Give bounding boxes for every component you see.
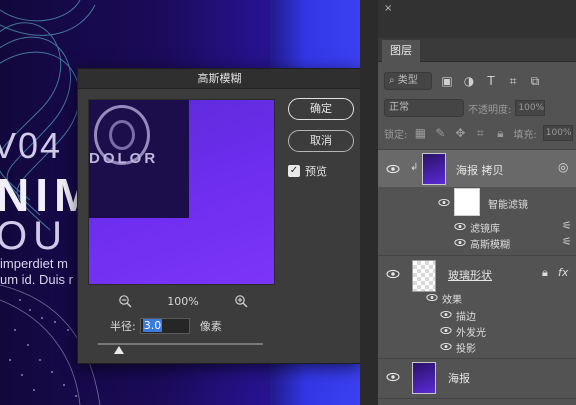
panel-header: × <box>378 0 576 38</box>
poster-number: V04 <box>0 125 63 166</box>
smart-filter-badge-icon: ◎ <box>558 160 569 174</box>
layer-thumbnail <box>412 260 436 292</box>
filter-gallery-row[interactable]: 滤镜库 ⚟ <box>378 219 576 235</box>
type-filter-icon[interactable]: T <box>484 74 498 88</box>
shape-filter-icon[interactable]: ⌗ <box>506 74 520 88</box>
effect-outer-glow-row[interactable]: 外发光 <box>378 322 576 339</box>
lock-label: 锁定: <box>384 129 408 141</box>
effect-drop-shadow-label: 投影 <box>456 344 476 355</box>
adjustment-filter-icon[interactable]: ◑ <box>462 74 476 88</box>
lock-all-icon[interactable]: 🔒︎ <box>493 126 507 140</box>
radius-row: 半径: 3.0 像素 <box>110 318 222 334</box>
preview-label: 预览 <box>305 165 327 178</box>
eye-icon[interactable] <box>440 326 452 335</box>
zoom-in-icon[interactable] <box>234 294 248 308</box>
poster-body-line-1: imperdiet m <box>0 256 68 271</box>
layers-panel: × 图层 ⌕ 类型 ▣ ◑ T ⌗ ⧉ 正常 不透明度: 100% 锁定: ▦ … <box>378 0 576 405</box>
radius-input[interactable]: 3.0 <box>139 318 190 334</box>
eye-icon[interactable] <box>440 342 452 351</box>
preview-ring-inner <box>109 120 135 150</box>
effect-stroke-label: 描边 <box>456 312 476 323</box>
preview-toggle[interactable]: ✓ 预览 <box>288 163 327 179</box>
panel-gutter <box>360 0 378 405</box>
layer-row-partial[interactable] <box>378 398 576 405</box>
close-icon[interactable]: × <box>384 3 392 14</box>
cancel-button[interactable]: 取消 <box>288 130 354 152</box>
zoom-controls: 100% <box>118 293 248 309</box>
layer-thumbnail <box>412 362 436 394</box>
fill-label: 填充: <box>513 129 537 141</box>
lock-move-icon[interactable]: ✥ <box>453 126 467 140</box>
eye-icon[interactable] <box>426 293 438 302</box>
pixel-filter-icon[interactable]: ▣ <box>440 74 454 88</box>
filter-options-icon[interactable]: ⚟ <box>562 235 572 248</box>
blend-row: 正常 不透明度: 100% <box>378 97 576 119</box>
filter-kind-select[interactable]: ⌕ 类型 <box>384 72 432 90</box>
gaussian-blur-row[interactable]: 高斯模糊 ⚟ <box>378 235 576 251</box>
layer-row-glass-shape[interactable]: 玻璃形状 🔒︎ fx <box>378 255 576 293</box>
layer-name[interactable]: 海报 拷贝 <box>456 162 504 178</box>
filter-gallery-label: 滤镜库 <box>470 224 500 235</box>
eye-icon[interactable] <box>386 269 400 279</box>
smart-filter-label: 智能滤镜 <box>488 200 528 211</box>
layer-row-poster-copy[interactable]: ↲ 海报 拷贝 ◎ <box>378 149 576 187</box>
filter-options-icon[interactable]: ⚟ <box>562 219 572 232</box>
radius-label: 半径: <box>110 320 136 333</box>
layer-row-poster[interactable]: 海报 <box>378 358 576 396</box>
opacity-input[interactable]: 100% <box>515 100 546 116</box>
smart-filter-mask[interactable] <box>454 188 480 216</box>
fill-input[interactable]: 100% <box>542 125 573 141</box>
radius-value[interactable]: 3.0 <box>142 319 163 332</box>
eye-icon[interactable] <box>438 198 450 207</box>
layer-name[interactable]: 海报 <box>448 370 470 386</box>
blur-preview[interactable]: DOLOR <box>88 99 275 285</box>
effect-outer-glow-label: 外发光 <box>456 328 486 339</box>
layer-filter-row: ⌕ 类型 ▣ ◑ T ⌗ ⧉ <box>378 70 576 92</box>
opacity-label: 不透明度: <box>468 104 512 116</box>
smart-filter-row[interactable]: 智能滤镜 <box>378 187 576 219</box>
eye-icon[interactable] <box>386 164 400 174</box>
gaussian-blur-label: 高斯模糊 <box>470 240 510 251</box>
lock-transparency-icon[interactable]: ▦ <box>413 126 427 140</box>
smart-object-filter-icon[interactable]: ⧉ <box>528 74 542 88</box>
lock-row: 锁定: ▦ ✎ ✥ ⌗ 🔒︎ 填充: 100% <box>378 123 576 143</box>
lock-paint-icon[interactable]: ✎ <box>433 126 447 140</box>
effect-drop-shadow-row[interactable]: 投影 <box>378 338 576 355</box>
eye-icon[interactable] <box>440 310 452 319</box>
link-arrow-icon: ↲ <box>410 162 419 173</box>
effect-stroke-row[interactable]: 描边 <box>378 306 576 323</box>
gaussian-blur-dialog: 高斯模糊 DOLOR 确定 取消 ✓ 预览 100% 半径: 3.0 像素 <box>77 68 362 364</box>
tab-layers[interactable]: 图层 <box>382 40 420 62</box>
effects-row[interactable]: 效果 <box>378 290 576 306</box>
poster-body-line-2: um id. Duis r <box>0 272 73 287</box>
preview-word: DOLOR <box>89 150 159 167</box>
eye-icon[interactable] <box>454 238 466 247</box>
lock-artboard-icon[interactable]: ⌗ <box>473 126 487 140</box>
radius-slider-thumb[interactable] <box>114 346 125 354</box>
preview-checkbox[interactable]: ✓ <box>288 165 300 177</box>
ok-button[interactable]: 确定 <box>288 98 354 120</box>
radius-slider-track[interactable] <box>98 343 263 345</box>
filter-kind-value: 类型 <box>397 75 418 86</box>
filter-search-icon: ⌕ <box>389 75 398 86</box>
fx-icon[interactable]: fx <box>558 266 568 279</box>
dialog-title[interactable]: 高斯模糊 <box>78 69 361 89</box>
radius-unit: 像素 <box>199 320 222 333</box>
lock-icon: 🔒︎ <box>542 266 548 279</box>
zoom-out-icon[interactable] <box>118 294 132 308</box>
layer-thumbnail <box>422 153 446 185</box>
poster-headline-2: OU <box>0 214 68 258</box>
zoom-value: 100% <box>167 294 199 308</box>
blend-mode-select[interactable]: 正常 <box>384 99 464 117</box>
eye-icon[interactable] <box>454 222 466 231</box>
eye-icon[interactable] <box>386 372 400 382</box>
effects-label: 效果 <box>442 295 462 306</box>
layer-name[interactable]: 玻璃形状 <box>448 267 492 283</box>
